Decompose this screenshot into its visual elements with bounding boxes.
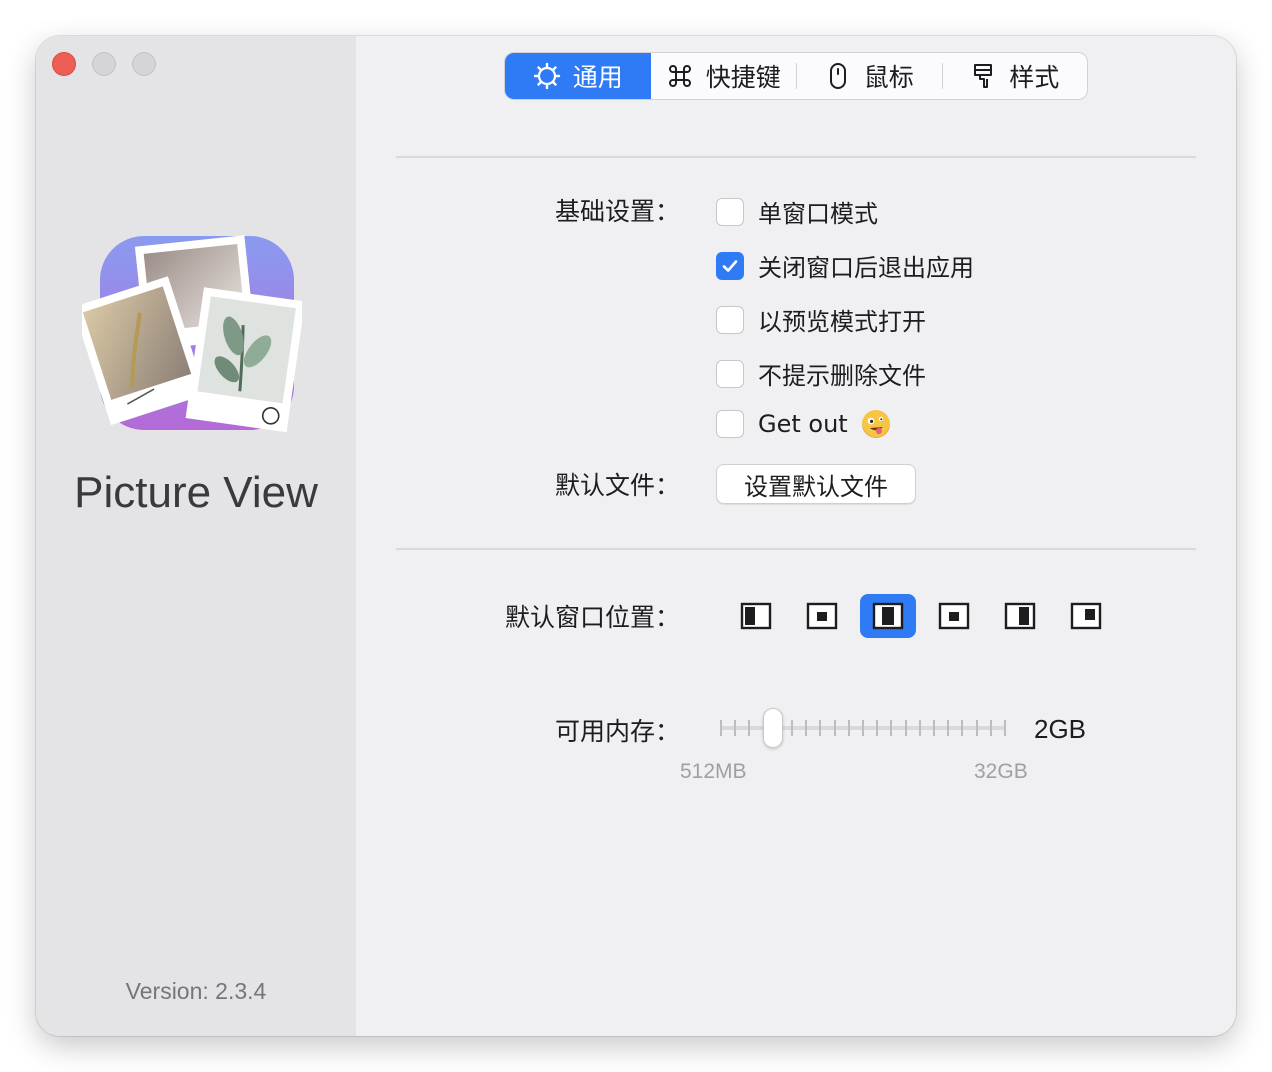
option-no-delete-prompt[interactable]: 不提示删除文件 [716, 356, 926, 391]
memory-slider-tick [890, 720, 892, 736]
single-window-checkbox[interactable] [716, 197, 744, 226]
gear-icon [533, 62, 560, 90]
memory-slider-tick [720, 720, 722, 736]
option-single-window[interactable]: 单窗口模式 [716, 194, 878, 229]
memory-slider-tick [819, 720, 821, 736]
preferences-window: Picture View Version: 2.3.4 通用 快捷键 鼠标 样式… [36, 36, 1236, 1036]
option-quit-on-close[interactable]: 关闭窗口后退出应用 [716, 248, 974, 283]
position-center-small-alt-button[interactable] [926, 594, 982, 638]
position-right-button[interactable] [992, 594, 1048, 638]
tab-mouse[interactable]: 鼠标 [796, 53, 942, 99]
memory-slider-tick [848, 720, 850, 736]
window-position-label: 默认窗口位置： [504, 603, 680, 632]
position-top-right-button[interactable] [1058, 594, 1114, 638]
quit-on-close-label: 关闭窗口后退出应用 [758, 254, 974, 282]
no-delete-prompt-checkbox[interactable] [716, 359, 744, 388]
preview-mode-label: 以预览模式打开 [758, 308, 926, 336]
memory-slider-tick [990, 720, 992, 736]
memory-max-label: 32GB [974, 760, 1028, 783]
tab-general-label: 通用 [572, 63, 623, 92]
tab-general[interactable]: 通用 [505, 53, 651, 99]
set-default-file-button[interactable]: 设置默认文件 [716, 464, 916, 504]
tab-style-label: 样式 [1009, 63, 1060, 92]
option-get-out[interactable]: Get out [716, 410, 890, 438]
section-divider [396, 156, 1196, 158]
tab-mouse-label: 鼠标 [863, 63, 914, 92]
get-out-label: Get out [758, 410, 848, 438]
memory-value: 2GB [1034, 714, 1087, 744]
tab-bar: 通用 快捷键 鼠标 样式 [504, 52, 1088, 100]
command-icon [668, 65, 691, 87]
window-top-right-icon [1070, 602, 1102, 630]
section-divider [396, 548, 1196, 550]
window-center-small-alt-icon [938, 602, 970, 630]
zany-face-icon [861, 410, 890, 438]
memory-slider-tick [933, 720, 935, 736]
app-version: Version: 2.3.4 [125, 978, 267, 1004]
memory-slider-tick [947, 720, 949, 736]
tab-style[interactable]: 样式 [941, 53, 1088, 99]
close-window-button[interactable] [52, 52, 76, 76]
memory-min-label: 512MB [680, 760, 747, 783]
position-center-button[interactable] [860, 594, 916, 638]
window-center-icon [872, 602, 904, 630]
paintbrush-icon [974, 64, 993, 88]
zoom-window-button[interactable] [132, 52, 156, 76]
memory-slider-tick [905, 720, 907, 736]
window-center-small-icon [806, 602, 838, 630]
memory-slider-knob[interactable] [763, 708, 783, 748]
mouse-icon [829, 63, 846, 89]
memory-slider-tick [919, 720, 921, 736]
memory-slider-tick [1004, 720, 1006, 736]
basic-settings-label: 基础设置： [554, 197, 680, 226]
memory-slider-tick [791, 720, 793, 736]
memory-slider[interactable] [720, 706, 1006, 750]
memory-slider-tick [834, 720, 836, 736]
minimize-window-button[interactable] [92, 52, 116, 76]
memory-slider-tick [734, 720, 736, 736]
main-panel: 通用 快捷键 鼠标 样式 基础设置： 单窗口模式 关闭窗口后退出应用 以预览模式… [356, 36, 1236, 1036]
position-center-small-button[interactable] [794, 594, 850, 638]
memory-slider-tick [862, 720, 864, 736]
tab-shortcuts-label: 快捷键 [705, 63, 781, 92]
window-controls [52, 52, 156, 76]
position-left-button[interactable] [728, 594, 784, 638]
window-left-icon [740, 602, 772, 630]
memory-slider-tick [976, 720, 978, 736]
memory-label: 可用内存： [554, 717, 680, 746]
single-window-label: 单窗口模式 [758, 200, 878, 228]
memory-slider-tick [805, 720, 807, 736]
window-position-picker [728, 594, 1114, 638]
option-preview-mode[interactable]: 以预览模式打开 [716, 302, 926, 337]
quit-on-close-checkbox[interactable] [716, 251, 744, 280]
app-name: Picture View [74, 468, 318, 517]
preview-mode-checkbox[interactable] [716, 305, 744, 334]
memory-slider-tick [961, 720, 963, 736]
window-right-icon [1004, 602, 1036, 630]
app-logo-icon [82, 235, 302, 433]
memory-slider-tick [748, 720, 750, 736]
memory-slider-tick [876, 720, 878, 736]
checkmark-icon [722, 259, 738, 272]
sidebar: Picture View Version: 2.3.4 [36, 36, 356, 1036]
get-out-checkbox[interactable] [716, 410, 744, 438]
tab-shortcuts[interactable]: 快捷键 [651, 53, 797, 99]
no-delete-prompt-label: 不提示删除文件 [758, 362, 926, 390]
default-file-label: 默认文件： [554, 471, 680, 500]
